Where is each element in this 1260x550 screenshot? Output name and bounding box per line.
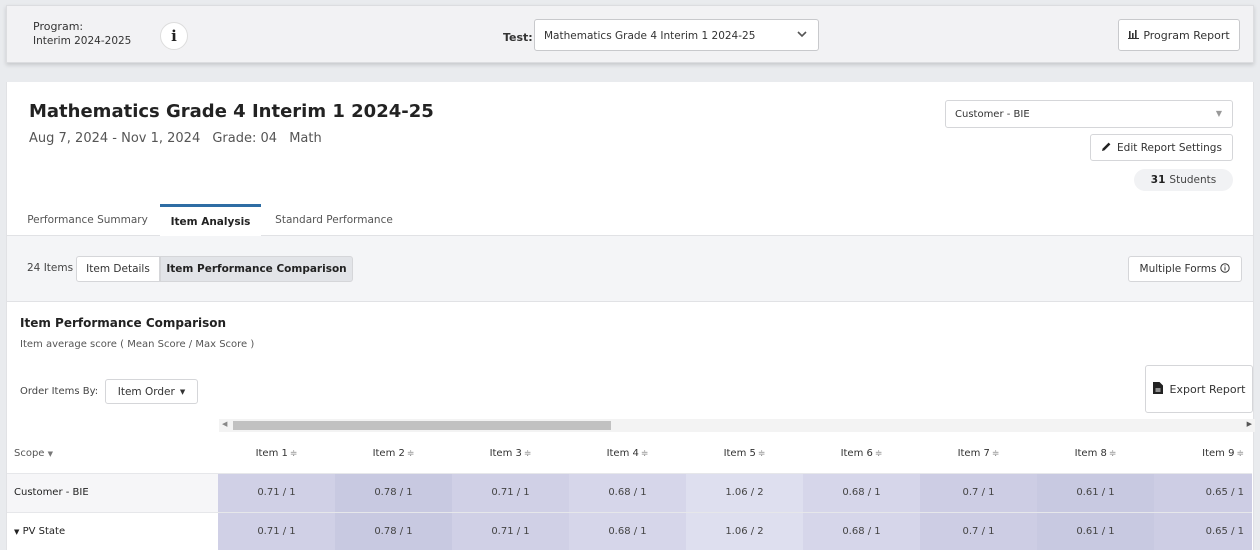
items-count: 24 Items (27, 262, 74, 274)
top-bar: Program: Interim 2024-2025 i Test: Mathe… (6, 5, 1254, 63)
item-column-header[interactable]: Item 6 ≑ (803, 434, 920, 474)
program-info: Program: Interim 2024-2025 (33, 19, 131, 49)
caret-down-icon: ▼ (14, 528, 20, 536)
score-cell: 1.06 / 2 (686, 473, 803, 513)
caret-down-icon: ▼ (47, 449, 54, 458)
caret-down-icon: ▼ (179, 387, 186, 396)
sort-icon: ≑ (874, 448, 883, 459)
info-circle-icon (1220, 262, 1231, 276)
sort-icon: ≑ (1236, 448, 1244, 459)
program-report-button[interactable]: Program Report (1118, 19, 1240, 51)
scroll-left-icon[interactable]: ◀ (222, 420, 227, 428)
test-label: Test: (503, 31, 533, 44)
item-column-header[interactable]: Item 7 ≑ (920, 434, 1037, 474)
sort-icon: ≑ (523, 448, 532, 459)
score-cell: 0.68 / 1 (803, 473, 920, 513)
score-cell: 0.71 / 1 (218, 512, 335, 550)
score-cell: 0.65 / 1 (1154, 512, 1252, 550)
subject: Math (289, 131, 322, 146)
students-count: 31 (1150, 174, 1166, 186)
export-report-button[interactable]: Export Report (1145, 365, 1253, 413)
scroll-right-icon[interactable]: ▶ (1247, 420, 1252, 428)
scope-column-header[interactable]: Scope ▼ (7, 434, 218, 474)
program-label: Program: (33, 20, 84, 33)
test-select-value: Mathematics Grade 4 Interim 1 2024-25 (544, 30, 756, 42)
report-panel: Mathematics Grade 4 Interim 1 2024-25 Au… (6, 82, 1255, 550)
horizontal-scrollbar[interactable]: ◀ ▶ (219, 419, 1255, 432)
score-cell: 1.06 / 2 (686, 512, 803, 550)
tab-standard-performance[interactable]: Standard Performance (261, 204, 407, 236)
item-column-header[interactable]: Item 1 ≑ (218, 434, 335, 474)
students-label: Students (1169, 174, 1217, 186)
score-cell: 0.68 / 1 (569, 473, 686, 513)
multiple-forms-button[interactable]: Multiple Forms (1128, 256, 1242, 282)
page-title: Mathematics Grade 4 Interim 1 2024-25 (29, 101, 434, 122)
sort-icon: ≑ (640, 448, 649, 459)
section-subtitle: Item average score ( Mean Score / Max Sc… (20, 339, 255, 350)
score-cell: 0.78 / 1 (335, 512, 452, 550)
customer-select-value: Customer - BIE (955, 109, 1030, 120)
table-row: Customer - BIE 0.71 / 1 0.78 / 1 0.71 / … (7, 473, 1252, 513)
item-column-header[interactable]: Item 5 ≑ (686, 434, 803, 474)
bar-chart-icon (1128, 29, 1140, 42)
table-row: ▼ PV State 0.71 / 1 0.78 / 1 0.71 / 1 0.… (7, 512, 1252, 550)
score-cell: 0.7 / 1 (920, 512, 1037, 550)
report-meta: Aug 7, 2024 - Nov 1, 2024 Grade: 04 Math (29, 131, 330, 146)
table-header-row: Scope ▼ Item 1 ≑ Item 2 ≑ Item 3 ≑ Item 4 ≑ … (7, 434, 1252, 474)
test-select[interactable]: Mathematics Grade 4 Interim 1 2024-25 (534, 19, 819, 51)
item-details-button[interactable]: Item Details (76, 256, 160, 282)
item-column-header[interactable]: Item 8 ≑ (1037, 434, 1154, 474)
item-column-header[interactable]: Item 4 ≑ (569, 434, 686, 474)
info-icon[interactable]: i (160, 22, 188, 50)
score-cell: 0.65 / 1 (1154, 473, 1252, 513)
sort-icon: ≑ (289, 448, 298, 459)
order-items-value: Item Order (117, 385, 175, 398)
order-items-label: Order Items By: (20, 386, 99, 397)
caret-down-icon: ▼ (1215, 109, 1222, 118)
score-cell: 0.68 / 1 (569, 512, 686, 550)
score-cell: 0.71 / 1 (218, 473, 335, 513)
report-tabs: Performance Summary Item Analysis Standa… (7, 204, 1253, 236)
pencil-icon (1101, 141, 1112, 155)
section-title: Item Performance Comparison (20, 316, 227, 330)
scrollbar-thumb[interactable] (233, 421, 611, 430)
grade: Grade: 04 (212, 131, 278, 146)
item-column-header[interactable]: Item 9 ≑ (1154, 434, 1252, 474)
score-cell: 0.71 / 1 (452, 512, 569, 550)
score-cell: 0.71 / 1 (452, 473, 569, 513)
export-report-label: Export Report (1169, 382, 1246, 396)
edit-report-settings-button[interactable]: Edit Report Settings (1090, 134, 1233, 161)
score-cell: 0.7 / 1 (920, 473, 1037, 513)
sort-icon: ≑ (991, 448, 1000, 459)
chevron-down-icon (796, 28, 808, 43)
multiple-forms-label: Multiple Forms (1139, 263, 1217, 275)
item-column-header[interactable]: Item 2 ≑ (335, 434, 452, 474)
tab-item-analysis[interactable]: Item Analysis (160, 204, 261, 236)
tab-performance-summary[interactable]: Performance Summary (15, 204, 160, 236)
score-cell: 0.61 / 1 (1037, 473, 1154, 513)
date-range: Aug 7, 2024 - Nov 1, 2024 (29, 131, 201, 146)
sort-icon: ≑ (406, 448, 415, 459)
item-performance-comparison-button[interactable]: Item Performance Comparison (160, 256, 353, 282)
scope-label: PV State (22, 526, 66, 537)
scope-cell: Customer - BIE (7, 473, 218, 513)
item-column-header[interactable]: Item 3 ≑ (452, 434, 569, 474)
scope-cell[interactable]: ▼ PV State (7, 512, 218, 550)
customer-select[interactable]: Customer - BIE ▼ (945, 100, 1233, 128)
program-report-label: Program Report (1143, 28, 1230, 42)
program-value: Interim 2024-2025 (33, 35, 132, 47)
item-view-toolbar: 24 Items Item Details Item Performance C… (7, 236, 1253, 302)
item-comparison-table: Scope ▼ Item 1 ≑ Item 2 ≑ Item 3 ≑ Item 4 ≑ … (7, 434, 1252, 550)
score-cell: 0.61 / 1 (1037, 512, 1154, 550)
sort-icon: ≑ (757, 448, 766, 459)
edit-report-settings-label: Edit Report Settings (1117, 141, 1222, 154)
score-cell: 0.68 / 1 (803, 512, 920, 550)
order-items-dropdown[interactable]: Item Order ▼ (105, 379, 198, 404)
students-badge: 31 Students (1134, 169, 1233, 191)
sort-icon: ≑ (1108, 448, 1117, 459)
file-icon (1152, 381, 1163, 397)
score-cell: 0.78 / 1 (335, 473, 452, 513)
